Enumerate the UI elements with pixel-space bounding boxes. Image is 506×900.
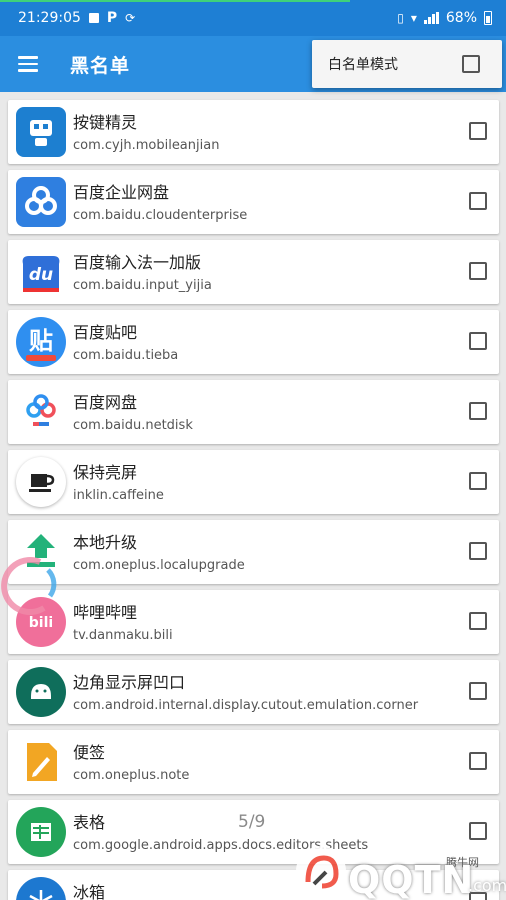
app-package: com.baidu.input_yijia <box>73 278 212 293</box>
snowflake-icon <box>16 877 66 900</box>
app-checkbox[interactable] <box>469 612 487 630</box>
app-package: com.cyjh.mobileanjian <box>73 138 220 153</box>
sync-icon: ⟳ <box>125 11 136 25</box>
app-name: 便签 <box>73 743 106 762</box>
coffee-cup-icon <box>16 457 66 507</box>
svg-text:贴: 贴 <box>29 327 53 355</box>
whitelist-mode-checkbox[interactable] <box>462 55 480 73</box>
app-name: 表格 <box>73 813 106 832</box>
app-checkbox[interactable] <box>469 542 487 560</box>
app-name: 保持亮屏 <box>73 463 138 482</box>
app-list[interactable]: 按键精灵 com.cyjh.mobileanjian 百度企业网盘 com.ba… <box>0 92 506 900</box>
app-name: 百度贴吧 <box>73 323 138 342</box>
app-checkbox[interactable] <box>469 472 487 490</box>
android-icon <box>16 667 66 717</box>
list-item[interactable]: 百度网盘 com.baidu.netdisk <box>8 380 499 444</box>
whitelist-mode-menu[interactable]: 白名单模式 <box>312 40 502 88</box>
sheets-icon <box>16 807 66 857</box>
app-checkbox[interactable] <box>469 122 487 140</box>
page-indicator: 5/9 <box>238 812 266 832</box>
app-checkbox[interactable] <box>469 262 487 280</box>
status-bar: 21:29:05 P ⟳ ▯ ▾ 68% <box>0 0 506 36</box>
svg-text:du: du <box>29 265 53 285</box>
app-package: tv.danmaku.bili <box>73 628 173 643</box>
app-name: 哔哩哔哩 <box>73 603 138 622</box>
cloud-icon <box>16 177 66 227</box>
wifi-icon: ▾ <box>410 11 417 25</box>
status-time: 21:29:05 <box>18 10 81 26</box>
watermark-text: QQTN <box>348 858 475 900</box>
whitelist-mode-label: 白名单模式 <box>328 57 398 73</box>
list-item[interactable]: 本地升级 com.oneplus.localupgrade <box>8 520 499 584</box>
list-item[interactable]: 按键精灵 com.cyjh.mobileanjian <box>8 100 499 164</box>
watermark: 腾牛网 QQTN .com <box>296 840 506 900</box>
list-item[interactable]: 边角显示屏凹口 com.android.internal.display.cut… <box>8 660 499 724</box>
app-name: 按键精灵 <box>73 113 138 132</box>
app-checkbox[interactable] <box>469 682 487 700</box>
app-name: 百度网盘 <box>73 393 138 412</box>
phone-icon: ▯ <box>397 11 404 25</box>
app-package: inklin.caffeine <box>73 488 164 503</box>
signal-icon <box>423 12 439 24</box>
app-package: com.baidu.tieba <box>73 348 179 363</box>
list-item[interactable]: 保持亮屏 inklin.caffeine <box>8 450 499 514</box>
app-checkbox[interactable] <box>469 822 487 840</box>
list-item[interactable]: bili 哔哩哔哩 tv.danmaku.bili <box>8 590 499 654</box>
hamburger-menu-icon[interactable] <box>0 36 56 92</box>
app-package: com.baidu.netdisk <box>73 418 193 433</box>
battery-icon <box>484 11 492 25</box>
watermark-domain: .com <box>468 876 506 895</box>
loading-indicator <box>0 0 350 2</box>
page-title: 黑名单 <box>70 54 131 77</box>
du-icon: du <box>16 247 66 297</box>
app-name: 冰箱 <box>73 883 106 900</box>
app-name: 百度输入法一加版 <box>73 253 202 272</box>
app-package: com.android.internal.display.cutout.emul… <box>73 698 419 713</box>
app-package: com.oneplus.localupgrade <box>73 558 245 573</box>
note-pencil-icon <box>16 737 66 787</box>
tieba-icon: 贴 <box>16 317 66 367</box>
watermark-logo-icon <box>296 846 346 896</box>
list-item[interactable]: 便签 com.oneplus.note <box>8 730 499 794</box>
app-checkbox[interactable] <box>469 192 487 210</box>
app-checkbox[interactable] <box>469 752 487 770</box>
app-name: 边角显示屏凹口 <box>73 673 186 692</box>
app-package: com.oneplus.note <box>73 768 190 783</box>
floating-ball-icon[interactable] <box>0 548 58 636</box>
list-item[interactable]: du 百度输入法一加版 com.baidu.input_yijia <box>8 240 499 304</box>
app-checkbox[interactable] <box>469 332 487 350</box>
list-item[interactable]: 百度企业网盘 com.baidu.cloudenterprise <box>8 170 499 234</box>
app-package: com.baidu.cloudenterprise <box>73 208 248 223</box>
app-name: 本地升级 <box>73 533 138 552</box>
app-checkbox[interactable] <box>469 402 487 420</box>
netdisk-icon <box>16 387 66 437</box>
p-icon: P <box>106 10 118 26</box>
image-icon <box>88 13 99 23</box>
battery-percent: 68% <box>445 10 477 26</box>
list-item[interactable]: 贴 百度贴吧 com.baidu.tieba <box>8 310 499 374</box>
robot-icon <box>16 107 66 157</box>
app-name: 百度企业网盘 <box>73 183 170 202</box>
